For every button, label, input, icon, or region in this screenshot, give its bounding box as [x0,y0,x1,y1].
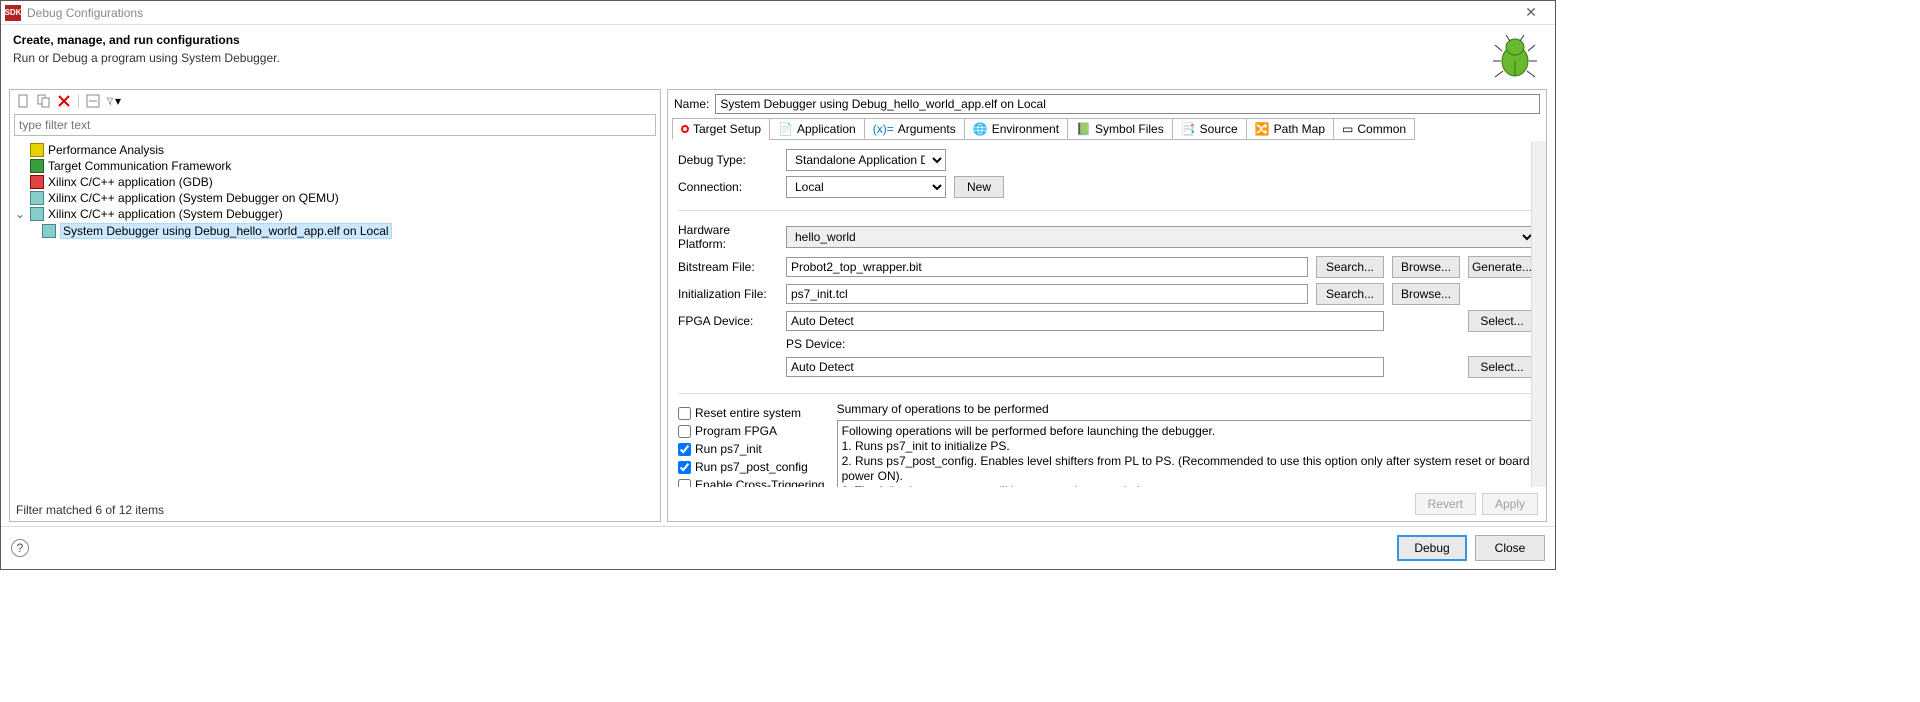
ps-select-button[interactable]: Select... [1468,356,1536,378]
collapse-icon[interactable] [85,93,101,109]
tree-item-gdb[interactable]: Xilinx C/C++ application (GDB) [12,174,658,190]
fpga-device-input[interactable] [786,311,1384,331]
arguments-icon: (x)= [873,122,894,136]
bug-icon [1491,33,1539,81]
path-map-icon: 🔀 [1255,122,1270,136]
tab-application[interactable]: 📄Application [769,118,865,140]
left-panel: ▾ Performance Analysis Target Communicat… [9,89,661,522]
bitstream-search-button[interactable]: Search... [1316,256,1384,278]
chevron-down-icon[interactable]: ⌄ [14,208,26,220]
run-ps7-post-checkbox[interactable]: Run ps7_post_config [678,460,825,474]
symbol-icon: 📗 [1076,122,1091,136]
tab-arguments[interactable]: (x)=Arguments [864,118,965,140]
new-config-icon[interactable] [16,93,32,109]
name-input[interactable] [715,94,1540,114]
delete-icon[interactable] [56,93,72,109]
reset-checkbox[interactable]: Reset entire system [678,406,825,420]
fpga-select-button[interactable]: Select... [1468,310,1536,332]
program-fpga-checkbox[interactable]: Program FPGA [678,424,825,438]
target-icon [681,125,689,133]
operation-checkboxes: Reset entire system Program FPGA Run ps7… [678,402,825,487]
header-subtitle: Run or Debug a program using System Debu… [13,51,1491,65]
target-setup-content: Debug Type: Standalone Application Debug… [668,141,1546,487]
sd-icon [30,207,44,221]
ps-device-input[interactable] [786,357,1384,377]
help-icon[interactable]: ? [11,539,29,557]
source-icon: 📑 [1181,122,1196,136]
tab-environment[interactable]: 🌐Environment [964,118,1068,140]
tree-item-system-debugger[interactable]: ⌄Xilinx C/C++ application (System Debugg… [12,206,658,222]
debug-type-select[interactable]: Standalone Application Debug [786,149,946,171]
revert-button[interactable]: Revert [1415,493,1476,515]
init-browse-button[interactable]: Browse... [1392,283,1460,305]
connection-label: Connection: [678,180,778,194]
left-toolbar: ▾ [10,90,660,112]
init-search-button[interactable]: Search... [1316,283,1384,305]
tree-item-tcf[interactable]: Target Communication Framework [12,158,658,174]
close-button[interactable]: Close [1475,535,1545,561]
common-icon: ▭ [1342,122,1353,136]
sdk-icon: SDK [5,5,21,21]
environment-icon: 🌐 [973,122,988,136]
gdb-icon [30,175,44,189]
footer: ? Debug Close [1,526,1555,569]
enable-cross-trigger-checkbox[interactable]: Enable Cross-Triggering [678,478,825,487]
qemu-icon [30,191,44,205]
ps-device-label: PS Device: [786,337,1308,351]
duplicate-icon[interactable] [36,93,52,109]
tcf-icon [30,159,44,173]
perf-icon [30,143,44,157]
hw-platform-select[interactable]: hello_world [786,226,1536,248]
tab-common[interactable]: ▭Common [1333,118,1415,140]
bitstream-input[interactable] [786,257,1308,277]
bitstream-generate-button[interactable]: Generate... [1468,256,1536,278]
tab-source[interactable]: 📑Source [1172,118,1247,140]
tree-item-qemu[interactable]: Xilinx C/C++ application (System Debugge… [12,190,658,206]
header: Create, manage, and run configurations R… [1,25,1555,89]
launch-icon [42,224,56,238]
tabbar: Target Setup 📄Application (x)=Arguments … [668,118,1546,141]
tree-item-performance[interactable]: Performance Analysis [12,142,658,158]
titlebar: SDK Debug Configurations ✕ [1,1,1555,25]
fpga-device-label: FPGA Device: [678,314,778,328]
name-label: Name: [674,97,709,111]
apply-button[interactable]: Apply [1482,493,1538,515]
window-title: Debug Configurations [27,6,1511,20]
close-icon[interactable]: ✕ [1511,4,1551,21]
header-title: Create, manage, and run configurations [13,33,1491,47]
config-tree[interactable]: Performance Analysis Target Communicatio… [10,138,660,499]
tab-path-map[interactable]: 🔀Path Map [1246,118,1334,140]
right-panel: Name: Target Setup 📄Application (x)=Argu… [667,89,1547,522]
init-file-label: Initialization File: [678,287,778,301]
application-icon: 📄 [778,122,793,136]
summary-textarea[interactable]: Following operations will be performed b… [837,420,1536,487]
bitstream-label: Bitstream File: [678,260,778,274]
filter-status: Filter matched 6 of 12 items [10,499,660,521]
init-file-input[interactable] [786,284,1308,304]
filter-input[interactable] [14,114,656,136]
connection-select[interactable]: Local [786,176,946,198]
bitstream-browse-button[interactable]: Browse... [1392,256,1460,278]
debug-button[interactable]: Debug [1397,535,1467,561]
new-connection-button[interactable]: New [954,176,1004,198]
debug-type-label: Debug Type: [678,153,778,167]
scrollbar[interactable] [1531,141,1546,487]
summary-title: Summary of operations to be performed [837,402,1536,416]
tab-target-setup[interactable]: Target Setup [672,118,770,140]
tree-item-selected-config[interactable]: System Debugger using Debug_hello_world_… [12,222,658,240]
tab-symbol-files[interactable]: 📗Symbol Files [1067,118,1173,140]
expand-filter-icon[interactable]: ▾ [105,93,121,109]
run-ps7-init-checkbox[interactable]: Run ps7_init [678,442,825,456]
hw-platform-label: Hardware Platform: [678,223,778,251]
